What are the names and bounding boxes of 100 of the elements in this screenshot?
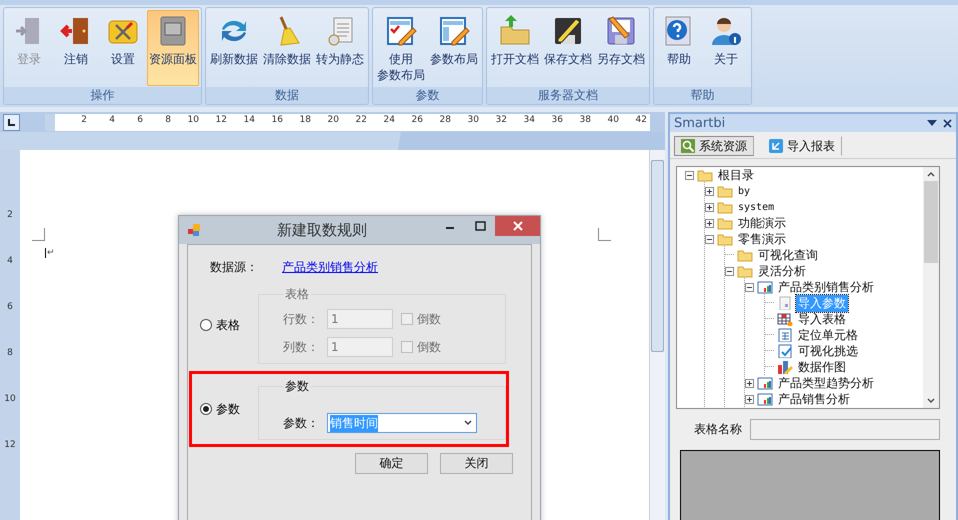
collapse-toggle[interactable]	[685, 170, 694, 180]
dialog-title: 新建取数规则	[276, 220, 368, 240]
tree-item[interactable]: 数据作图	[796, 358, 848, 376]
scrollbar[interactable]	[649, 150, 665, 520]
field-label: 行数：	[283, 310, 319, 328]
folder-icon	[737, 248, 753, 262]
radio-button[interactable]: 参数	[200, 400, 258, 418]
dialog-button[interactable]: 确定	[355, 453, 428, 474]
floppy-pencil-icon	[552, 15, 584, 47]
ribbon-button[interactable]: 使用 参数布局	[375, 10, 427, 86]
ribbon-button[interactable]: 打开文档	[489, 10, 541, 86]
group-caption: 服务器文档	[487, 87, 649, 104]
search-icon	[681, 139, 695, 153]
tree-item[interactable]: 可视化查询	[756, 246, 820, 264]
ruler-number: 40	[606, 114, 619, 126]
ruler-number: 42	[634, 114, 647, 126]
ruler-number: 38	[578, 114, 591, 126]
panel-tab[interactable]: 导入报表	[762, 136, 842, 156]
ribbon-button[interactable]: 帮助	[656, 10, 702, 86]
datasource-label: 数据源：	[210, 258, 258, 276]
tree-item[interactable]: 根目录	[716, 167, 756, 184]
ruler-number: 32	[494, 114, 507, 126]
radio-button[interactable]: 表格	[200, 316, 258, 334]
expand-toggle[interactable]	[705, 186, 714, 196]
ruler-number: 26	[410, 114, 423, 126]
ribbon-button[interactable]: 参数布局	[428, 10, 480, 86]
panel-title: Smartbi	[674, 116, 726, 130]
tree-item[interactable]: 产品销售分析	[776, 390, 852, 408]
margin-corner	[32, 228, 45, 241]
table-icon	[777, 312, 793, 326]
folder-icon	[737, 264, 753, 278]
checkbox[interactable]: 倒数	[401, 338, 441, 356]
tree-item[interactable]: 导入表格	[796, 310, 848, 328]
checkbox[interactable]: 倒数	[401, 310, 441, 328]
ruler-number: 2	[7, 209, 13, 222]
tree-item[interactable]: 定位单元格	[796, 326, 860, 344]
tree-item[interactable]: 灵活分析	[756, 262, 808, 280]
field-label: 表格名称	[694, 421, 742, 438]
expand-toggle[interactable]	[745, 394, 754, 404]
spreadsheet-icon	[777, 328, 793, 342]
tree-item[interactable]: 产品类别销售分析	[776, 278, 876, 296]
close-button[interactable]	[495, 216, 540, 236]
chart-report-icon	[757, 392, 773, 406]
tree-item[interactable]: 产品类型趋势分析	[776, 374, 876, 392]
tree-item[interactable]: system	[736, 202, 776, 212]
dialog-button[interactable]: 关闭	[440, 453, 513, 474]
ribbon-button[interactable]: 设置	[100, 10, 146, 86]
ribbon-button[interactable]: 清除数据	[261, 10, 313, 86]
folder-icon	[717, 232, 733, 246]
tree-item[interactable]: 零售演示	[736, 230, 788, 248]
panel-tab[interactable]: 系统资源	[674, 136, 754, 156]
chart-report-icon	[757, 376, 773, 390]
ribbon-button[interactable]: 保存文档	[542, 10, 594, 86]
layout-pencil-icon	[438, 15, 470, 47]
tree-item[interactable]: 可视化挑选	[796, 342, 860, 360]
table-name-field[interactable]	[750, 419, 940, 440]
maximize-icon	[474, 221, 486, 231]
close-icon	[512, 221, 522, 231]
caret-icon	[464, 420, 472, 426]
ribbon-button[interactable]: 刷新数据	[208, 10, 260, 86]
ruler-number: 12	[4, 439, 16, 452]
ruler-number: 18	[298, 114, 311, 126]
ribbon-button[interactable]: 资源面板	[147, 10, 199, 86]
ruler-number: 36	[550, 114, 563, 126]
user-info-icon	[710, 15, 742, 47]
expand-toggle[interactable]	[745, 378, 754, 388]
group-caption: 数据	[206, 87, 368, 104]
ruler-number: 20	[326, 114, 339, 126]
folder-icon	[717, 200, 733, 214]
tree-item[interactable]: 功能演示	[736, 214, 788, 232]
dropdown-icon[interactable]	[927, 120, 937, 126]
scrollbar[interactable]	[923, 167, 939, 408]
ribbon-button[interactable]: 注销	[53, 10, 99, 86]
ruler-number: 28	[438, 114, 451, 126]
ruler-number: 6	[136, 114, 143, 126]
ruler-number: 12	[214, 114, 227, 126]
ruler-number: 16	[270, 114, 283, 126]
ribbon-button[interactable]: 另存文档	[595, 10, 647, 86]
collapse-toggle[interactable]	[745, 282, 754, 292]
ribbon-button[interactable]: 关于	[703, 10, 749, 86]
ribbon-button[interactable]: 转为静态	[314, 10, 366, 86]
datasource-link[interactable]: 产品类别销售分析	[282, 258, 378, 276]
ruler-number: 2	[80, 114, 87, 126]
group-title: 参数	[284, 378, 310, 395]
collapse-toggle[interactable]	[705, 234, 714, 244]
group-caption: 参数	[373, 87, 482, 104]
ruler-number: 10	[4, 393, 16, 406]
collapse-toggle[interactable]	[725, 266, 734, 276]
close-icon[interactable]	[943, 118, 952, 128]
app-icon	[187, 223, 201, 237]
group-caption: 操作	[4, 87, 201, 104]
ruler-number: 24	[382, 114, 395, 126]
expand-toggle[interactable]	[705, 218, 714, 228]
folder-icon	[717, 184, 733, 198]
import-icon	[769, 139, 783, 153]
tab-stop-button[interactable]	[3, 114, 20, 130]
ruler-number: 8	[7, 347, 13, 360]
ruler-number: 30	[466, 114, 479, 126]
tree-item[interactable]: by	[736, 186, 752, 196]
expand-toggle[interactable]	[705, 202, 714, 212]
